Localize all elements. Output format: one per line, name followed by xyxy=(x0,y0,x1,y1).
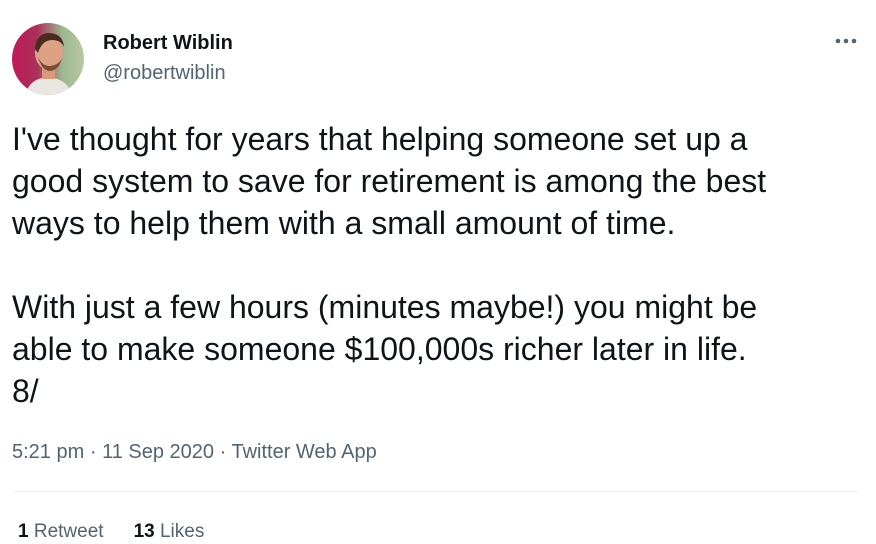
tweet-metadata: 5:21 pm · 11 Sep 2020 · Twitter Web App xyxy=(12,440,377,464)
tweet-date: 11 Sep 2020 xyxy=(102,441,215,463)
retweets-label: Retweet xyxy=(33,521,104,542)
meta-separator: · xyxy=(219,441,227,463)
retweets-stat[interactable]: 1 Retweet xyxy=(18,520,104,544)
more-horizontal-icon xyxy=(835,38,857,44)
likes-label: Likes xyxy=(159,521,205,542)
retweets-count: 1 xyxy=(18,521,29,542)
author-display-name[interactable]: Robert Wiblin xyxy=(103,31,233,55)
tweet-source-link[interactable]: Twitter Web App xyxy=(231,441,376,463)
avatar-photo xyxy=(12,23,84,95)
tweet-text: I've thought for years that helping some… xyxy=(12,118,862,412)
avatar[interactable] xyxy=(12,23,84,95)
likes-count: 13 xyxy=(133,521,155,542)
author-handle[interactable]: @robertwiblin xyxy=(103,61,226,85)
tweet-paragraph: With just a few hours (minutes maybe!) y… xyxy=(12,289,758,409)
tweet-stats: 1 Retweet 13 Likes xyxy=(18,520,204,544)
tweet-paragraph: I've thought for years that helping some… xyxy=(12,121,767,241)
meta-separator: · xyxy=(89,441,97,463)
tweet-time: 5:21 pm xyxy=(12,441,85,463)
likes-stat[interactable]: 13 Likes xyxy=(134,520,205,544)
tweet-time-link[interactable]: 5:21 pm · 11 Sep 2020 xyxy=(12,441,214,463)
more-options-button[interactable] xyxy=(828,26,864,56)
divider xyxy=(12,491,860,492)
